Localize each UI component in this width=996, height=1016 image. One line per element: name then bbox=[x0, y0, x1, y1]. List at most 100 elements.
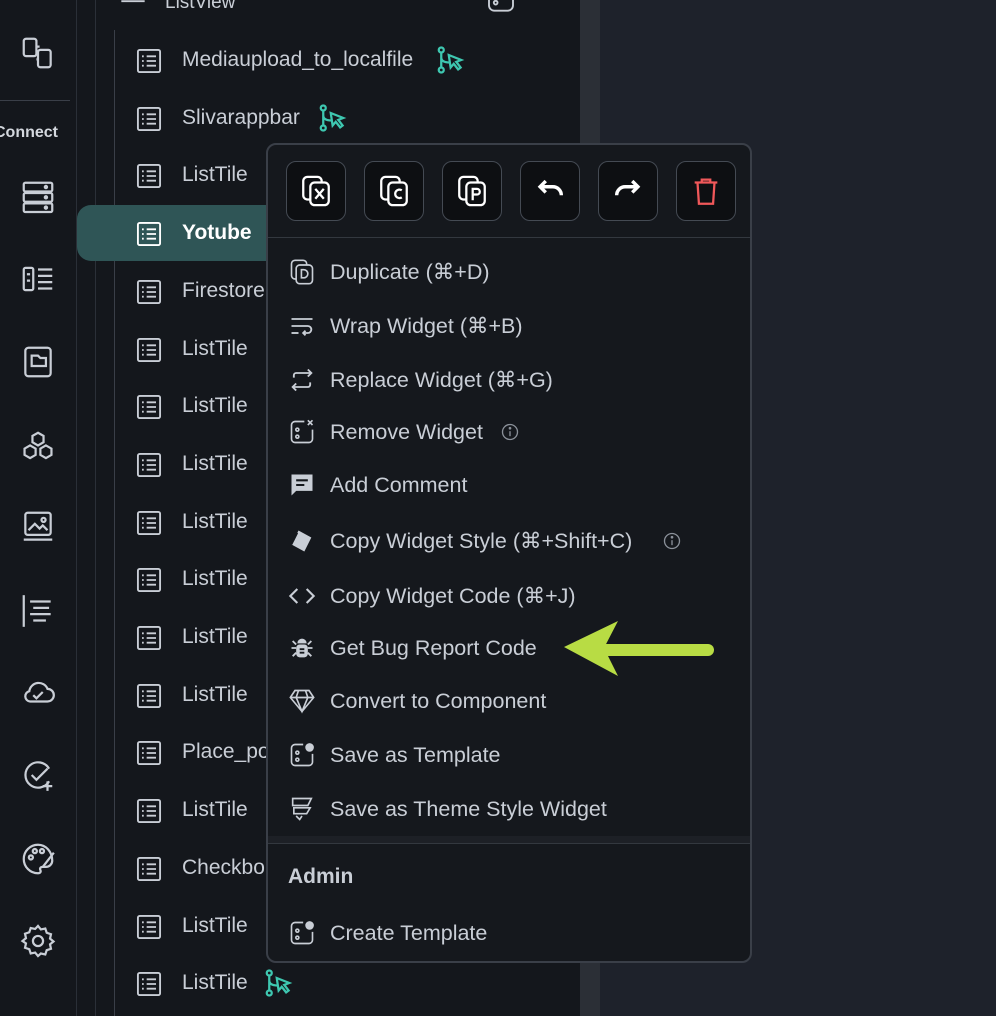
connect-icon[interactable] bbox=[0, 34, 76, 72]
undo-button[interactable] bbox=[520, 161, 580, 221]
connect-label: Connect bbox=[0, 124, 58, 141]
tree-row-label: ListTile bbox=[182, 682, 248, 706]
tree-row-label: ListTile bbox=[182, 625, 248, 648]
list-icon bbox=[135, 913, 163, 941]
cloud-icon[interactable] bbox=[0, 673, 76, 711]
menu-item-label: Add Comment bbox=[330, 472, 468, 497]
tree-row-listview[interactable]: ListView bbox=[77, 0, 580, 20]
database-icon[interactable] bbox=[0, 178, 76, 216]
menu-item[interactable]: Replace Widget (⌘+G) bbox=[268, 354, 750, 406]
tree-row-label: ListTile bbox=[182, 913, 248, 937]
menu-item[interactable]: Convert to Component bbox=[268, 675, 750, 727]
paste-button[interactable] bbox=[442, 161, 502, 221]
bug-icon bbox=[288, 634, 316, 662]
menu-item[interactable]: Duplicate (⌘+D) bbox=[268, 246, 750, 298]
tree-row-label: ListView bbox=[165, 0, 236, 13]
template-icon bbox=[288, 741, 316, 769]
list-icon bbox=[135, 220, 163, 248]
menu-item[interactable]: Remove Widget bbox=[268, 406, 750, 458]
hex-icon[interactable] bbox=[0, 428, 76, 466]
copy-button[interactable] bbox=[364, 161, 424, 221]
list-icon bbox=[135, 739, 163, 767]
redo-icon bbox=[614, 179, 641, 196]
menu-toolbar bbox=[268, 145, 750, 238]
palette-icon[interactable] bbox=[0, 840, 76, 878]
list-icon bbox=[135, 855, 163, 883]
menu-divider bbox=[268, 843, 750, 844]
tree-row-label: Mediaupload_to_localfile bbox=[182, 48, 414, 71]
replace-icon bbox=[288, 366, 316, 394]
tree-row-label: ListTile bbox=[182, 509, 248, 533]
delete-icon bbox=[694, 178, 718, 205]
list-icon bbox=[135, 566, 163, 594]
media-icon[interactable] bbox=[0, 508, 76, 546]
list-icon bbox=[135, 47, 163, 75]
list-icon bbox=[135, 162, 163, 190]
branch-icon[interactable] bbox=[435, 45, 465, 75]
menu-item[interactable]: Copy Widget Style (⌘+Shift+C) bbox=[268, 515, 750, 567]
list-icon bbox=[135, 509, 163, 537]
check-add-icon[interactable] bbox=[0, 756, 76, 794]
duplicate-icon bbox=[288, 258, 316, 286]
list-icon bbox=[135, 970, 163, 998]
list-icon bbox=[135, 451, 163, 479]
folder-icon[interactable] bbox=[0, 343, 76, 381]
tree-row-label: ListTile bbox=[182, 971, 248, 995]
tree-row-label: Place_po bbox=[182, 740, 270, 764]
tree-row-label: ListTile bbox=[182, 451, 248, 475]
list-icon bbox=[135, 393, 163, 421]
branch-icon[interactable] bbox=[317, 103, 347, 133]
settings-icon[interactable] bbox=[0, 922, 76, 960]
menu-item[interactable]: Save as Template bbox=[268, 729, 750, 781]
diamond-icon bbox=[288, 687, 316, 715]
list-icon bbox=[135, 624, 163, 652]
tree-row[interactable]: Slivarappbar bbox=[77, 90, 580, 146]
template-icon bbox=[288, 919, 316, 947]
menu-item-label: Save as Theme Style Widget bbox=[330, 796, 607, 821]
tree-row-label: ListTile bbox=[182, 567, 248, 591]
widget-options-icon[interactable] bbox=[485, 0, 517, 16]
delete-button[interactable] bbox=[676, 161, 736, 221]
menu-item-label: Convert to Component bbox=[330, 688, 547, 713]
menu-item-label: Copy Widget Style (⌘+Shift+C) bbox=[330, 528, 633, 553]
wrap-icon bbox=[288, 312, 316, 340]
code-icon bbox=[288, 582, 316, 610]
menu-item-label: Duplicate (⌘+D) bbox=[330, 259, 490, 284]
menu-item-create-template[interactable]: Create Template bbox=[268, 907, 750, 959]
annotation-arrow bbox=[564, 621, 714, 676]
tree-row-label: ListTile bbox=[182, 163, 248, 187]
menu-item[interactable]: Wrap Widget (⌘+B) bbox=[268, 300, 750, 352]
list-icon bbox=[135, 105, 163, 133]
menu-item-label: Save as Template bbox=[330, 742, 501, 767]
undo-icon bbox=[537, 179, 564, 196]
branch-icon[interactable] bbox=[263, 968, 293, 998]
tree-row-label: Checkbo bbox=[182, 855, 265, 879]
menu-item[interactable]: Copy Widget Code (⌘+J) bbox=[268, 570, 750, 622]
info-icon[interactable] bbox=[662, 531, 682, 551]
paint-bucket-icon bbox=[288, 527, 316, 555]
cut-icon bbox=[302, 175, 330, 207]
tree-row-label: Slivarappbar bbox=[182, 105, 300, 129]
tree-row[interactable]: Mediaupload_to_localfile bbox=[77, 32, 580, 88]
menu-item[interactable]: Add Comment bbox=[268, 459, 750, 511]
menu-item-label: Remove Widget bbox=[330, 419, 483, 444]
menu-item[interactable]: Save as Theme Style Widget bbox=[268, 783, 750, 835]
list-icon bbox=[135, 797, 163, 825]
copy-icon bbox=[380, 175, 408, 207]
tree-row[interactable]: ListTile bbox=[77, 955, 580, 1011]
list-icon bbox=[135, 336, 163, 364]
text-icon[interactable] bbox=[0, 592, 76, 630]
cut-button[interactable] bbox=[286, 161, 346, 221]
components-icon[interactable] bbox=[0, 260, 76, 298]
tree-row-label: Yotube bbox=[182, 221, 252, 245]
context-menu: Duplicate (⌘+D) Wrap Widget (⌘+B) Replace … bbox=[266, 143, 752, 963]
tree-row-label: ListTile bbox=[182, 798, 248, 822]
theme-style-icon bbox=[288, 795, 316, 823]
paste-icon bbox=[458, 175, 486, 207]
info-icon[interactable] bbox=[500, 422, 520, 442]
redo-button[interactable] bbox=[598, 161, 658, 221]
menu-item-label: Wrap Widget (⌘+B) bbox=[330, 313, 523, 338]
tree-row-label: Firestore bbox=[182, 278, 265, 302]
menu-lines-icon bbox=[121, 0, 145, 3]
menu-item-label: Copy Widget Code (⌘+J) bbox=[330, 583, 576, 608]
